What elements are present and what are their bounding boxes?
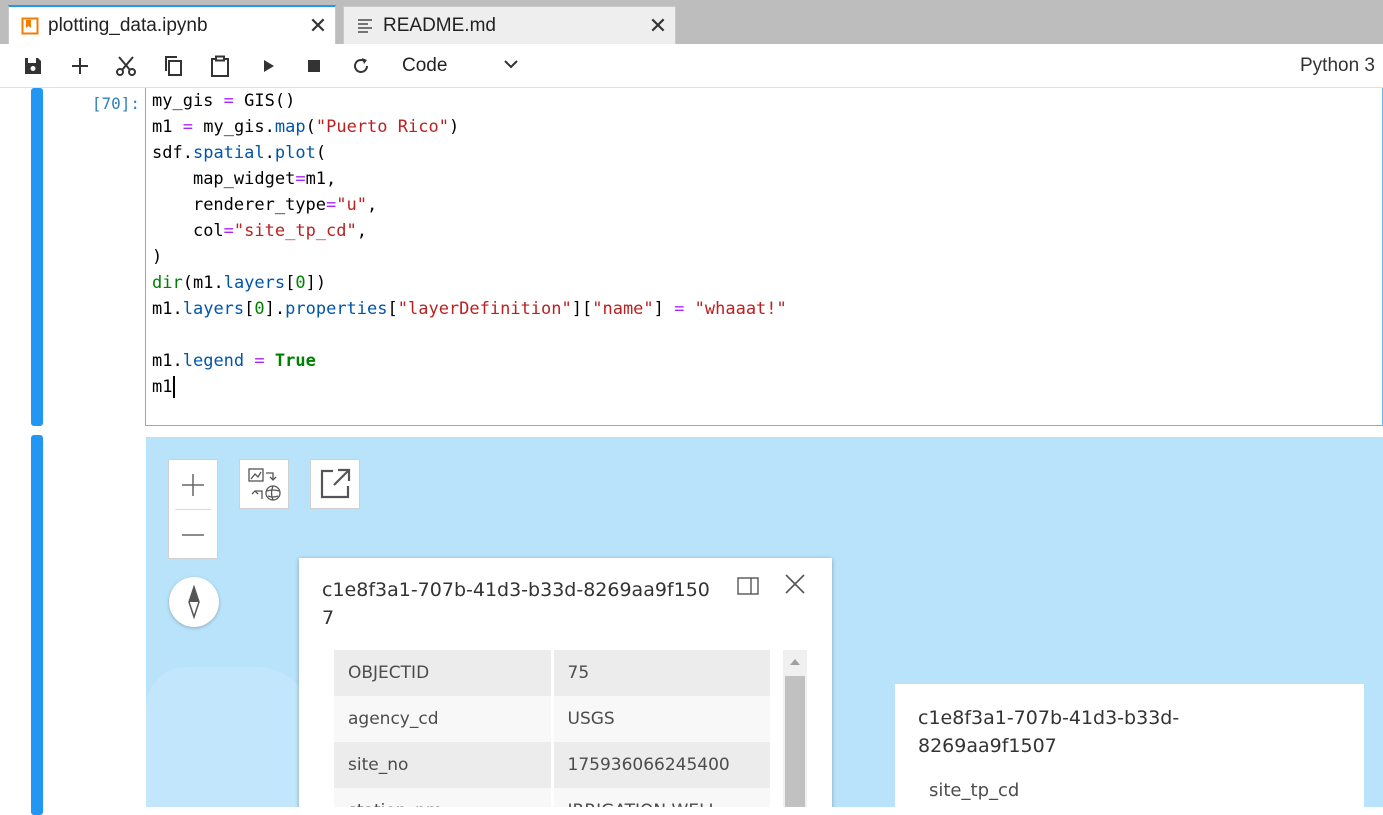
attribute-key: site_no [334,742,554,788]
land-shape [146,667,316,807]
attribute-key: agency_cd [334,696,554,742]
table-row: agency_cd USGS [334,696,770,742]
code-line: m1.layers[0].properties["layerDefinition… [152,299,787,319]
paste-icon[interactable] [207,53,233,79]
table-row: OBJECTID 75 [334,650,770,696]
notebook-panel: [70]: my_gis = GIS() m1 = my_gis.map("Pu… [0,88,1383,815]
table-row: site_no 175936066245400 [334,742,770,788]
popup-title: c1e8f3a1-707b-41d3-b33d-8269aa9f1507 [322,579,710,629]
dock-icon[interactable] [736,574,760,598]
compass-icon[interactable] [169,577,219,627]
tab-label: README.md [383,14,496,36]
restart-icon[interactable] [348,53,374,79]
code-line: my_gis = GIS() [152,91,296,111]
add-cell-icon[interactable] [67,53,93,79]
close-icon[interactable]: ✕ [301,13,335,39]
stop-icon[interactable] [301,53,327,79]
cell-type-label: Code [402,55,448,76]
cell-type-select[interactable]: Code [402,53,522,79]
code-line: m1.legend = True [152,351,316,371]
text-cursor [173,376,176,398]
cut-icon[interactable] [113,53,139,79]
attribute-value: 75 [552,650,770,696]
attribute-value: 175936066245400 [552,742,770,788]
tab-label: plotting_data.ipynb [48,15,208,36]
scroll-thumb[interactable] [785,676,805,807]
copy-icon[interactable] [160,53,186,79]
map-legend: c1e8f3a1-707b-41d3-b33d-8269aa9f1507 sit… [895,684,1364,807]
legend-title: c1e8f3a1-707b-41d3-b33d-8269aa9f1507 [918,707,1180,757]
close-icon[interactable]: ✕ [641,13,675,39]
notebook-icon [21,17,39,35]
markdown-file-icon [356,17,374,35]
code-editor[interactable]: my_gis = GIS() m1 = my_gis.map("Puerto R… [145,88,1383,426]
code-line: ) [152,247,163,267]
attribute-table: OBJECTID 75 agency_cd USGS site_no 17593606… [334,650,770,807]
attribute-key: OBJECTID [334,650,554,696]
code-line: m1 [152,376,176,398]
scroll-up-icon[interactable] [783,650,807,674]
legend-field: site_tp_cd [929,780,1020,801]
save-icon[interactable] [20,53,46,79]
active-cell-indicator[interactable] [31,88,43,426]
code-line: sdf.spatial.plot( [152,143,327,163]
output-cell-indicator[interactable] [31,435,43,815]
code-line: col="site_tp_cd", [192,221,367,241]
chevron-down-icon [502,55,520,79]
code-content[interactable]: my_gis = GIS() m1 = my_gis.map("Puerto R… [152,88,787,400]
popup-scrollbar[interactable] [783,650,807,807]
table-row: station_nmIRRIGATION WELL [334,788,770,807]
code-line: renderer_type="u", [192,195,378,215]
code-line: dir(m1.layers[0]) [152,273,327,293]
code-line: m1 = my_gis.map("Puerto Rico") [152,117,460,137]
tab-plotting-data[interactable]: plotting_data.ipynb ✕ [8,5,336,45]
attribute-key: station_nm [334,788,554,807]
zoom-controls [168,459,218,559]
open-external-icon[interactable] [310,459,360,509]
zoom-in-icon[interactable] [169,460,217,509]
run-icon[interactable] [255,53,281,79]
close-icon[interactable] [783,572,807,596]
map-widget[interactable]: c1e8f3a1-707b-41d3-b33d-8269aa9f1507 OBJ… [146,437,1383,807]
code-line: map_widget=m1, [192,169,337,189]
tab-readme[interactable]: README.md ✕ [343,6,676,44]
attribute-value: USGS [552,696,770,742]
attribute-value: IRRIGATION WELL [552,788,770,807]
kernel-name[interactable]: Python 3 [1300,53,1375,79]
execution-prompt: [70]: [91,94,140,113]
notebook-toolbar: Code Python 3 [0,44,1383,88]
zoom-out-icon[interactable] [169,510,217,559]
tab-bar: plotting_data.ipynb ✕ README.md ✕ [0,0,1383,45]
feature-popup: c1e8f3a1-707b-41d3-b33d-8269aa9f1507 OBJ… [299,558,832,807]
swap-2d-3d-icon[interactable] [239,459,289,509]
